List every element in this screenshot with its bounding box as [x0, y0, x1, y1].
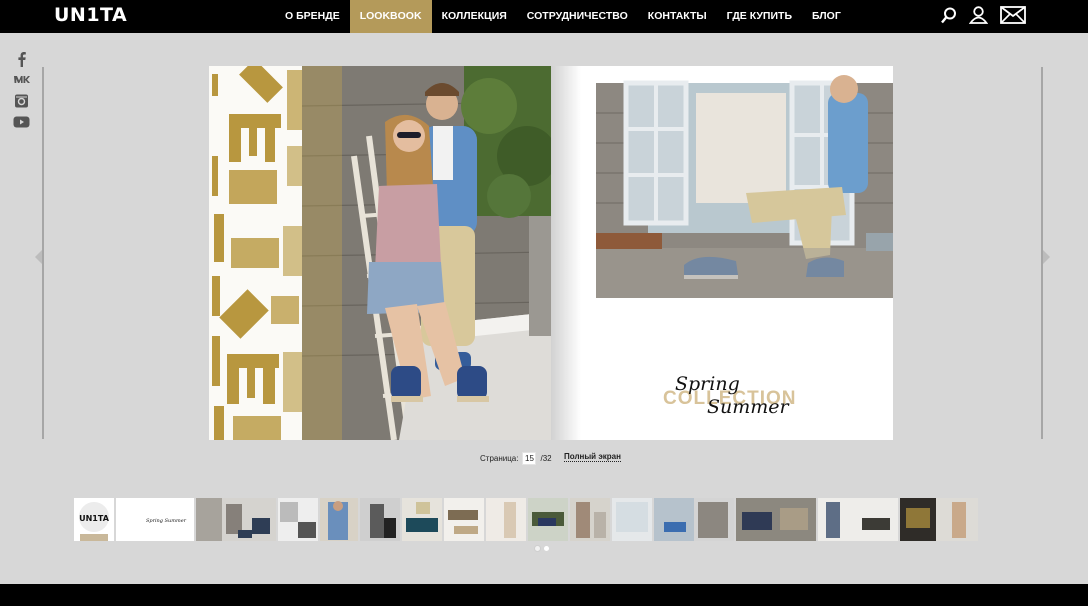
main-nav: О БРЕНДЕ LOOKBOOK КОЛЛЕКЦИЯ СОТРУДНИЧЕСТ… [275, 0, 851, 33]
lookbook-page-right[interactable]: COLLECTION Spring Summer [551, 66, 893, 440]
nav-item-cooperation[interactable]: СОТРУДНИЧЕСТВО [517, 0, 638, 33]
social-links [13, 51, 30, 130]
thumbnail[interactable] [528, 498, 568, 541]
vk-icon[interactable] [13, 72, 30, 88]
nav-item-about[interactable]: О БРЕНДЕ [275, 0, 350, 33]
header-icons [941, 6, 1026, 29]
footer-bar [0, 584, 1088, 606]
thumbnail[interactable] [278, 498, 318, 541]
nav-item-where-to-buy[interactable]: ГДЕ КУПИТЬ [717, 0, 802, 33]
prev-page-arrow-icon[interactable] [35, 250, 42, 264]
thumbnail[interactable] [818, 498, 898, 541]
couple-photo [209, 66, 551, 440]
lookbook-page-left[interactable] [209, 66, 551, 440]
nav-item-lookbook[interactable]: LOOKBOOK [349, 0, 432, 33]
svg-text:Spring Summer: Spring Summer [146, 518, 187, 524]
next-page-arrow-icon[interactable] [1043, 250, 1050, 264]
fullscreen-link[interactable]: Полный экран [564, 452, 621, 462]
carousel-dots [535, 546, 549, 551]
lookbook-spread: COLLECTION Spring Summer [209, 66, 893, 440]
summer-text: Summer [707, 396, 789, 418]
page-number-input[interactable]: 15 [522, 452, 537, 465]
thumbnail[interactable] [196, 498, 276, 541]
thumbnail[interactable] [612, 498, 652, 541]
page-counter: Страница: 15 /32 [480, 452, 552, 465]
thumbnail[interactable] [360, 498, 400, 541]
nav-item-blog[interactable]: БЛОГ [802, 0, 851, 33]
thumbnail-strip: UN1TA Spring Summer [74, 498, 1012, 541]
thumbnail[interactable] [736, 498, 816, 541]
user-icon[interactable] [968, 6, 989, 29]
thumbnail[interactable] [320, 498, 358, 541]
book-gutter [551, 66, 581, 440]
thumbnail[interactable] [654, 498, 734, 541]
thumbnail[interactable] [900, 498, 978, 541]
page-total: /32 [540, 454, 552, 463]
thumbnail[interactable]: UN1TA [74, 498, 114, 541]
mail-icon[interactable] [1000, 6, 1026, 29]
thumbnail[interactable] [444, 498, 484, 541]
instagram-icon[interactable] [13, 93, 30, 109]
nav-item-collection[interactable]: КОЛЛЕКЦИЯ [432, 0, 517, 33]
brand-logo[interactable]: UN1TA [54, 4, 127, 26]
thumbnail[interactable] [486, 498, 526, 541]
thumbnail[interactable] [402, 498, 442, 541]
carousel-dot[interactable] [535, 546, 540, 551]
viewer-frame-left [42, 67, 44, 439]
top-navbar: UN1TA О БРЕНДЕ LOOKBOOK КОЛЛЕКЦИЯ СОТРУД… [0, 0, 1088, 33]
youtube-icon[interactable] [13, 114, 30, 130]
thumbnail[interactable]: Spring Summer [116, 498, 194, 541]
thumb-logo-text: UN1TA [79, 514, 110, 523]
spring-text: Spring [675, 373, 740, 395]
thumbnail[interactable] [570, 498, 610, 541]
facebook-icon[interactable] [13, 51, 30, 67]
search-icon[interactable] [941, 7, 957, 29]
page-label: Страница: [480, 454, 519, 463]
nav-item-contacts[interactable]: КОНТАКТЫ [638, 0, 717, 33]
carousel-dot[interactable] [544, 546, 549, 551]
